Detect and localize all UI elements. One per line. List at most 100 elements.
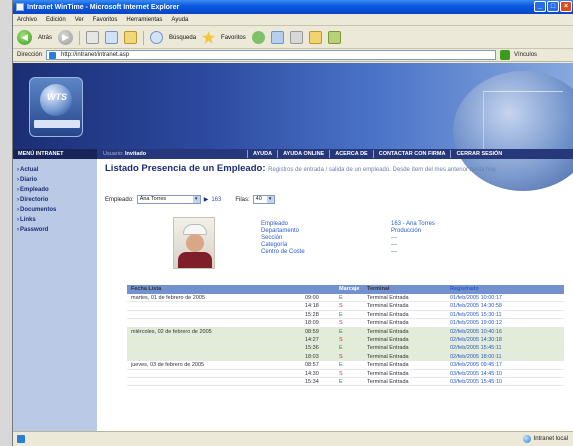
cell-date (127, 344, 305, 351)
cell-date: martes, 01 de febrero de 2005 (131, 295, 205, 301)
nav-help-online[interactable]: AYUDA ONLINE (277, 150, 329, 158)
page-status-icon (17, 435, 25, 443)
back-icon[interactable]: ◀ (17, 30, 32, 45)
ie-icon (16, 3, 24, 11)
cell-registered: 01/feb/2005 19:00:12 (450, 320, 502, 327)
table-row: miércoles, 02 de febrero de 2005 08:59 E Te… (127, 327, 564, 336)
info-row: Categoría --- (261, 242, 397, 248)
cell-time: 14:18 (305, 303, 319, 310)
cell-date (127, 311, 305, 318)
nav-logout[interactable]: CERRAR SESIÓN (450, 150, 507, 158)
address-bar: Dirección http://intranet/intranet.asp V… (13, 49, 573, 62)
cell-time: 15:36 (305, 345, 319, 352)
arrow-icon: › (17, 217, 19, 223)
search-label[interactable]: Búsqueda (169, 35, 196, 41)
cell-date (127, 370, 305, 377)
cell-registered: 03/feb/2005 14:45:10 (450, 370, 502, 377)
arrow-icon: › (17, 197, 19, 203)
menu-tools[interactable]: Herramientas (126, 17, 162, 23)
go-arrow-icon[interactable]: ▶ (204, 196, 209, 203)
toolbar-separator (79, 30, 81, 45)
search-icon[interactable] (150, 31, 164, 44)
cell-direction: E (339, 345, 343, 352)
presence-table: Fecha Lista Marcaje Terminal Registrado … (127, 285, 564, 387)
cell-registered: 01/feb/2005 14:30:58 (450, 303, 502, 310)
mail-icon[interactable] (270, 31, 284, 44)
menu-view[interactable]: Ver (75, 17, 84, 23)
cell-direction: S (339, 303, 343, 310)
forward-icon[interactable]: ▶ (58, 30, 74, 45)
sidebar-item-diario[interactable]: ›Diario (13, 175, 97, 185)
nav-home[interactable]: MENÚ INTRANET (13, 149, 97, 159)
table-row: martes, 01 de febrero de 2005 09:00 E Termi… (127, 294, 564, 303)
cell-registered: 03/feb/2005 15:45:10 (450, 378, 502, 385)
close-icon[interactable]: × (560, 1, 572, 12)
menu-help[interactable]: Ayuda (171, 17, 188, 23)
chevron-down-icon: ▾ (266, 196, 274, 203)
cell-date: miércoles, 02 de febrero de 2005 (131, 328, 212, 335)
employee-select[interactable]: Ana Torres ▾ (136, 195, 201, 204)
cell-direction: S (339, 353, 343, 360)
filter-bar: Empleado: Ana Torres ▾ ▶ 163 Filas: 40 ▾ (105, 195, 275, 204)
cell-date (127, 378, 305, 385)
info-row: Departamento Producción (261, 228, 422, 234)
cell-terminal: Terminal Entrada (367, 320, 409, 327)
logo-bar (34, 120, 80, 128)
security-zone: Intranet local (522, 435, 568, 443)
table-row: 14:30 S Terminal Entrada 03/feb/2005 14:45:… (127, 370, 564, 378)
table-row: 14:27 S Terminal Entrada 02/feb/2005 14:30:… (127, 335, 564, 345)
sidebar-item-directorio[interactable]: ›Directorio (13, 195, 97, 205)
sidebar-item-actual[interactable]: ›Actual (13, 165, 97, 175)
rows-select[interactable]: 40 ▾ (252, 195, 275, 204)
user-name: Invitado (125, 151, 147, 157)
cell-time: 14:30 (305, 370, 319, 377)
favorites-label[interactable]: Favoritos (221, 35, 246, 41)
employee-photo (173, 217, 215, 269)
cell-direction: S (339, 320, 343, 327)
info-row: Sección --- (261, 235, 397, 241)
cell-direction: E (339, 362, 343, 369)
cell-terminal: Terminal Entrada (367, 336, 409, 343)
links-label[interactable]: Vínculos (514, 52, 537, 58)
go-icon[interactable] (500, 50, 511, 60)
maximize-icon[interactable]: □ (547, 1, 559, 12)
menu-file[interactable]: Archivo (17, 17, 37, 23)
menu-favorites[interactable]: Favoritos (93, 17, 118, 23)
employee-code-link[interactable]: 163 (211, 197, 221, 203)
arrow-icon: › (17, 207, 19, 213)
refresh-icon[interactable] (105, 31, 119, 44)
sidebar-item-documentos[interactable]: ›Documentos (13, 205, 97, 215)
cell-direction: E (339, 311, 343, 318)
back-label[interactable]: Atrás (38, 35, 52, 41)
cell-time: 08:57 (305, 362, 319, 369)
address-input[interactable]: http://intranet/intranet.asp (46, 50, 497, 60)
nav-contact[interactable]: CONTACTAR CON FIRMA (372, 150, 451, 158)
minimize-icon[interactable]: _ (534, 1, 546, 12)
favorites-star-icon[interactable] (202, 31, 216, 44)
sidebar-item-password[interactable]: ›Password (13, 225, 97, 235)
cell-registered: 03/feb/2005 09:45:17 (450, 362, 502, 369)
window-title: Intranet WinTime - Microsoft Internet Ex… (27, 3, 180, 11)
page-title: Listado Presencia de un Empleado: Regist… (105, 163, 565, 176)
sidebar-item-links[interactable]: ›Links (13, 215, 97, 225)
table-row: 15:28 E Terminal Entrada 01/feb/2005 15:30:… (127, 311, 564, 320)
rows-label: Filas: (235, 196, 250, 203)
cell-time: 14:27 (305, 336, 319, 343)
cell-terminal: Terminal Entrada (367, 370, 409, 377)
page-icon (49, 52, 57, 59)
folder-icon[interactable] (308, 31, 322, 44)
table-row: 14:18 S Terminal Entrada 01/feb/2005 14:30:… (127, 302, 564, 311)
cell-date (127, 302, 305, 309)
print-icon[interactable] (289, 31, 303, 44)
history-icon[interactable] (251, 31, 265, 44)
stop-icon[interactable] (86, 31, 100, 44)
messenger-icon[interactable] (327, 31, 341, 44)
menu-edit[interactable]: Edición (46, 17, 66, 23)
nav-about[interactable]: ACERCA DE (329, 150, 373, 158)
sidebar-item-empleado[interactable]: ›Empleado (13, 185, 97, 195)
home-icon[interactable] (124, 31, 138, 44)
nav-help[interactable]: AYUDA (247, 150, 277, 158)
status-bar: Intranet local (13, 431, 573, 446)
cell-terminal: Terminal Entrada (367, 328, 409, 335)
menu-bar: Archivo Edición Ver Favoritos Herramient… (13, 14, 573, 26)
